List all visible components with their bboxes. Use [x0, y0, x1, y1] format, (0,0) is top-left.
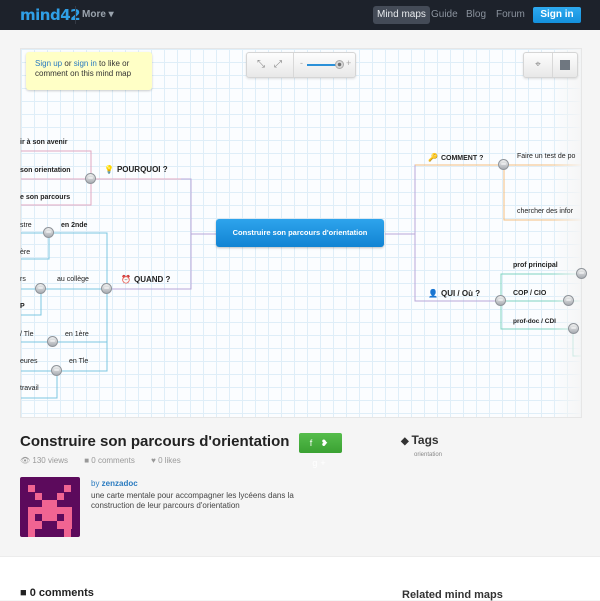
collapse-toggle[interactable]: −: [47, 336, 58, 347]
collapse-toggle[interactable]: −: [101, 283, 112, 294]
link-root-pourquoi: [181, 178, 217, 235]
node-en-1ere[interactable]: en 1ère: [65, 331, 89, 338]
node-en-2nde[interactable]: en 2nde: [61, 222, 87, 229]
collapse-toggle[interactable]: −: [498, 159, 509, 170]
comments-count[interactable]: ■ 0 comments: [84, 456, 142, 465]
toolbar-divider: [293, 53, 294, 77]
node-tle-child-2[interactable]: travail: [20, 385, 39, 392]
node-comment-child-1[interactable]: Faire un test de po: [517, 153, 575, 160]
collapse-toggle[interactable]: −: [51, 365, 62, 376]
collapse-toggle[interactable]: −: [495, 295, 506, 306]
node-prof-doc-cdi[interactable]: prof-doc / CDI: [513, 318, 556, 325]
canvas-edge-fade: [551, 49, 581, 417]
node-college-child-2[interactable]: P: [20, 303, 25, 310]
node-cop-cio[interactable]: COP / CIO: [513, 290, 546, 297]
tags-heading: ◆ Tags: [401, 433, 439, 447]
map-view-toolbar: ⤡ ⤢ - +: [246, 52, 356, 78]
nav-forum[interactable]: Forum: [492, 6, 529, 24]
collapse-toggle[interactable]: −: [43, 227, 54, 238]
node-au-college[interactable]: au collège: [57, 276, 89, 283]
zoom-slider-handle[interactable]: [335, 60, 344, 69]
tag-icon: ◆: [401, 436, 412, 447]
node-pourquoi-child-3[interactable]: e son parcours: [20, 194, 70, 201]
lightbulb-icon: 💡: [104, 165, 114, 174]
link-root-comment: [385, 164, 501, 235]
collapse-toggle[interactable]: −: [35, 283, 46, 294]
collapse-toggle[interactable]: −: [85, 173, 96, 184]
zoom-out-icon[interactable]: -: [300, 58, 303, 68]
link-quand: [41, 232, 108, 372]
key-icon: 🔑: [428, 153, 438, 162]
author-avatar[interactable]: [20, 477, 80, 537]
node-comment-child-2[interactable]: chercher des infor: [517, 208, 573, 215]
collapse-toggle[interactable]: −: [576, 268, 587, 279]
zoom-in-icon[interactable]: +: [346, 58, 351, 68]
more-menu[interactable]: More ▾: [82, 9, 114, 20]
node-1ere-child-1[interactable]: / Tle: [20, 331, 34, 338]
sign-in-link[interactable]: sign in: [74, 59, 97, 68]
person-icon: 👤: [428, 289, 438, 298]
mind42-logo[interactable]: mind42: [20, 6, 81, 24]
tag-orientation[interactable]: orientation: [414, 452, 442, 458]
nav-mind-maps[interactable]: Mind maps: [373, 6, 430, 24]
author-link[interactable]: zenzadoc: [102, 479, 138, 488]
map-description: une carte mentale pour accompagner les l…: [91, 491, 294, 510]
root-node[interactable]: Construire son parcours d'orientation: [216, 219, 384, 247]
collapse-toggle[interactable]: −: [563, 295, 574, 306]
expand-all-icon[interactable]: ⤢: [267, 53, 289, 77]
node-quand[interactable]: ⏰ QUAND ?: [121, 275, 170, 284]
node-pourquoi-child-1[interactable]: ir à son avenir: [20, 139, 67, 146]
node-en-tle[interactable]: en Tle: [69, 358, 88, 365]
node-tle-child-1[interactable]: eures: [20, 358, 38, 365]
map-stats: 👁 130 views ■ 0 comments ♥ 0 likes: [20, 456, 195, 465]
author-byline: by zenzadoc: [91, 479, 138, 488]
center-map-icon[interactable]: ⌖: [526, 53, 550, 77]
node-prof-principal[interactable]: prof principal: [513, 262, 558, 269]
nav-blog[interactable]: Blog: [462, 6, 490, 24]
node-qui[interactable]: 👤 QUI / Où ?: [428, 289, 480, 298]
map-actions-toolbar: ⌖: [523, 52, 578, 78]
mind-map-title: Construire son parcours d'orientation: [20, 433, 290, 450]
views-count: 👁 130 views: [20, 456, 68, 465]
comment-icon: ■: [20, 587, 30, 599]
sign-in-button[interactable]: Sign in: [533, 7, 581, 23]
alarm-clock-icon: ⏰: [121, 275, 131, 284]
related-mind-maps-heading: Related mind maps: [402, 589, 503, 601]
node-pourquoi-child-2[interactable]: son orientation: [20, 167, 71, 174]
node-college-child-1[interactable]: rs: [20, 276, 26, 283]
divider: [75, 6, 76, 24]
fullscreen-icon[interactable]: [553, 53, 577, 77]
social-share-button[interactable]: f ❥ g+: [299, 433, 342, 468]
collapse-toggle[interactable]: −: [568, 323, 579, 334]
top-navigation-bar: mind42 More ▾ Mind maps Guide Blog Forum…: [0, 0, 600, 30]
nav-guide[interactable]: Guide: [427, 6, 462, 24]
node-pourquoi[interactable]: 💡 POURQUOI ?: [104, 165, 168, 174]
comments-heading: ■ 0 comments: [20, 587, 94, 599]
signup-prompt: Sign up or sign in to like or comment on…: [26, 52, 152, 90]
node-2nde-child-2[interactable]: ère: [20, 249, 30, 256]
node-2nde-child-1[interactable]: stre: [20, 222, 32, 229]
sign-up-link[interactable]: Sign up: [35, 59, 62, 68]
likes-count[interactable]: ♥ 0 likes: [151, 456, 188, 465]
node-comment[interactable]: 🔑 COMMENT ?: [428, 153, 483, 162]
